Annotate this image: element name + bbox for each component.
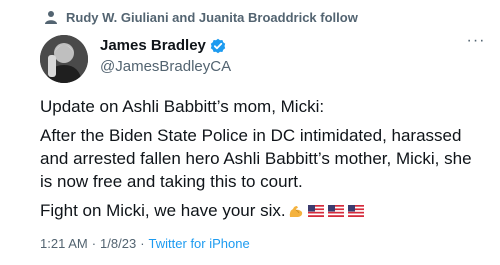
tweet-text: Update on Ashli Babbitt’s mom, Micki: Af…: [40, 95, 488, 228]
tweet-time[interactable]: 1:21 AM: [40, 236, 88, 251]
tweet-date[interactable]: 1/8/23: [100, 236, 136, 251]
person-icon: [45, 11, 57, 24]
social-context[interactable]: Rudy W. Giuliani and Juanita Broaddrick …: [44, 6, 358, 28]
us-flag-emoji: [327, 205, 344, 217]
tweet-line-text: Fight on Micki, we have your six.: [40, 201, 286, 220]
us-flag-emoji: [347, 205, 364, 217]
tweet-line: After the Biden State Police in DC intim…: [40, 126, 472, 191]
verified-badge-icon: [210, 38, 226, 53]
avatar[interactable]: [40, 35, 88, 83]
meta-separator: ·: [91, 236, 97, 251]
emoji-row: [288, 204, 364, 218]
tweet-line: Update on Ashli Babbitt’s mom, Micki:: [40, 97, 325, 116]
handle[interactable]: @JamesBradleyCA: [100, 58, 231, 75]
more-icon: ···: [466, 32, 486, 49]
social-context-text: Rudy W. Giuliani and Juanita Broaddrick …: [66, 9, 358, 25]
author-name-row[interactable]: James Bradley: [100, 37, 226, 54]
display-name[interactable]: James Bradley: [100, 37, 206, 54]
flexed-biceps-emoji: [289, 206, 302, 217]
us-flag-emoji: [307, 205, 324, 217]
more-options-button[interactable]: ···: [462, 32, 490, 54]
tweet-line: Fight on Micki, we have your six.: [40, 199, 488, 222]
source-link[interactable]: Twitter for iPhone: [149, 236, 250, 251]
avatar-photo: [40, 35, 88, 83]
meta-separator: ·: [140, 236, 145, 251]
tweet-meta: 1:21 AM · 1/8/23 · Twitter for iPhone: [40, 236, 250, 251]
